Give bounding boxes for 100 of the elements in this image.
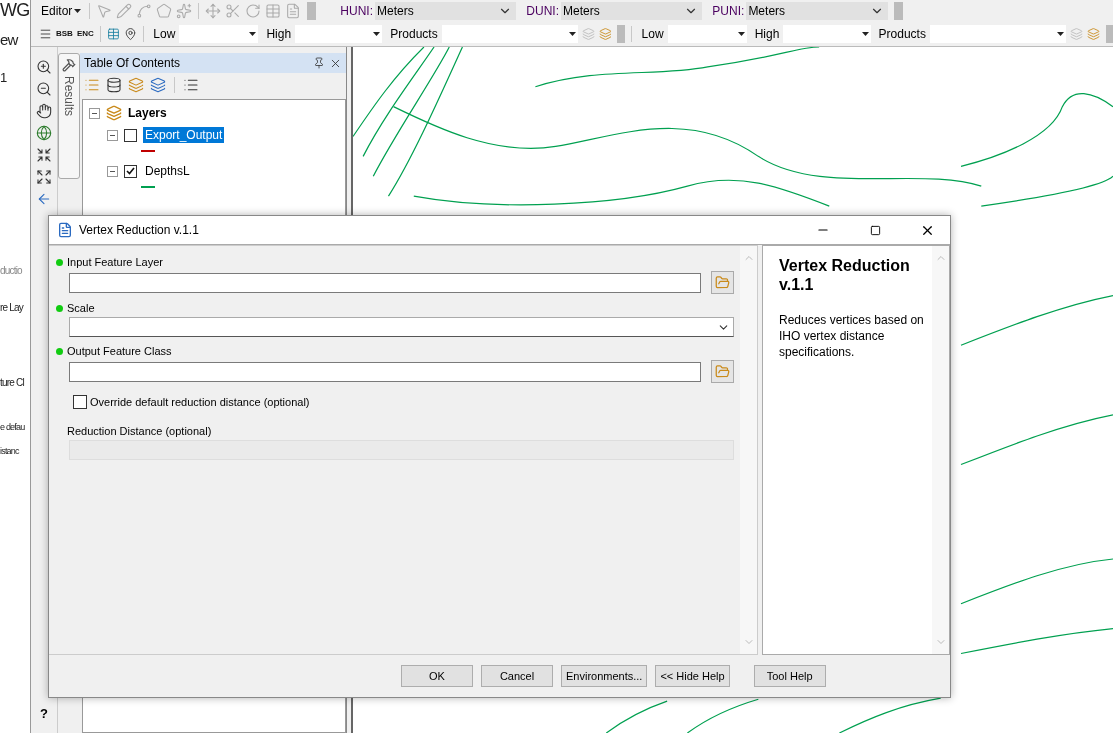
layers-icon[interactable] xyxy=(128,77,144,93)
script-icon xyxy=(57,222,73,238)
zoom-in-icon[interactable] xyxy=(36,59,52,75)
filter-label: Low xyxy=(153,27,176,41)
help-title: Vertex Reduction v.1.1 xyxy=(779,256,911,294)
help-icon[interactable]: ? xyxy=(40,706,48,721)
results-tab[interactable]: Results xyxy=(58,53,80,179)
background-window-text: ture Cl xyxy=(0,377,25,388)
unit-label: HUNI: xyxy=(339,4,375,18)
pointer-icon[interactable] xyxy=(96,3,113,19)
browse-button[interactable] xyxy=(711,360,734,383)
caret-icon xyxy=(737,32,745,36)
dialog-button[interactable]: Environments... xyxy=(561,665,648,687)
parameter-label: Scale xyxy=(67,302,95,314)
hammer-icon xyxy=(62,58,76,72)
move-icon[interactable] xyxy=(205,3,222,19)
list-icon[interactable] xyxy=(84,77,100,93)
pencil-icon[interactable] xyxy=(116,3,133,19)
toolbar-grip[interactable] xyxy=(617,25,625,43)
toc-title: Table Of Contents xyxy=(84,56,182,70)
rotate-icon[interactable] xyxy=(245,3,262,19)
editor-menu[interactable]: Editor xyxy=(39,4,84,18)
collapse-icon[interactable] xyxy=(107,129,118,141)
caret-icon xyxy=(373,32,381,36)
collapse-icon[interactable] xyxy=(107,165,118,177)
parameter-label: Input Feature Layer xyxy=(67,256,163,268)
background-window-text: WG xyxy=(0,0,30,21)
filter-label: Products xyxy=(390,27,438,41)
check-icon xyxy=(126,167,135,175)
browse-button[interactable] xyxy=(711,271,734,294)
caret-icon xyxy=(1056,32,1064,36)
table-icon[interactable] xyxy=(265,3,282,19)
background-window-text: ew xyxy=(0,31,20,48)
help-text: Reduces vertices based on IHO vertex distance specifications. xyxy=(779,312,925,360)
scissors-icon[interactable] xyxy=(225,3,242,19)
background-window-text: e defau xyxy=(0,422,26,432)
filter-label: Low xyxy=(641,27,664,41)
chart-add-icon[interactable]: BSB xyxy=(56,30,73,38)
zoom-out-icon[interactable] xyxy=(36,81,52,97)
parameter-label: Output Feature Class xyxy=(67,345,172,357)
filter-label: Products xyxy=(878,27,926,41)
input-field[interactable] xyxy=(69,272,701,293)
dialog-title: Vertex Reduction v.1.1 xyxy=(79,223,200,237)
checkbox[interactable] xyxy=(73,395,87,409)
maximize-icon xyxy=(869,224,881,236)
input-field[interactable] xyxy=(69,361,701,382)
filter-label: High xyxy=(266,27,292,41)
filter-select[interactable] xyxy=(295,25,383,43)
toolbar-grip[interactable] xyxy=(894,2,904,20)
background-window-text: ductio xyxy=(0,265,23,276)
unit-select[interactable]: Meters xyxy=(561,2,703,20)
dialog-button[interactable]: << Hide Help xyxy=(655,665,730,687)
dialog-button[interactable]: OK xyxy=(401,665,473,687)
unit-select[interactable]: Meters xyxy=(375,2,517,20)
line-icon[interactable] xyxy=(136,3,153,19)
caret-icon xyxy=(861,32,869,36)
caret-icon xyxy=(249,32,257,36)
pin-icon[interactable] xyxy=(123,26,137,42)
dialog-button[interactable]: Tool Help xyxy=(753,665,826,687)
shrink-icon[interactable] xyxy=(36,147,52,163)
pan-hand-icon[interactable] xyxy=(36,103,52,119)
folder-icon xyxy=(715,275,730,290)
chart-add-icon[interactable]: ENC xyxy=(76,30,94,38)
toolbar-grip[interactable] xyxy=(307,2,317,20)
filter-select[interactable] xyxy=(179,25,259,43)
layers-icon xyxy=(106,105,122,121)
caret-icon xyxy=(74,9,82,13)
caret-icon xyxy=(568,32,576,36)
dialog-button[interactable]: Cancel xyxy=(481,665,553,687)
checkbox-label: Override default reduction distance (optional) xyxy=(90,396,310,408)
layers-remove-icon[interactable] xyxy=(1086,26,1100,42)
document-icon[interactable] xyxy=(285,3,302,19)
unit-select[interactable]: Meters xyxy=(746,2,889,20)
background-window-text: re Lay xyxy=(0,302,25,313)
pin-icon[interactable] xyxy=(313,57,325,69)
expand-icon[interactable] xyxy=(36,169,52,185)
database-icon[interactable] xyxy=(106,77,122,93)
layers-remove-icon[interactable] xyxy=(598,26,612,42)
options-icon[interactable] xyxy=(183,77,199,93)
folder-icon xyxy=(715,364,730,379)
layers-icon[interactable] xyxy=(150,77,166,93)
sparkle-icon[interactable] xyxy=(176,3,193,19)
layer-name[interactable]: DepthsL xyxy=(143,163,192,179)
toolbar-grip[interactable] xyxy=(1105,25,1113,43)
background-window-text: istanc xyxy=(0,446,20,456)
layers-group-label[interactable]: Layers xyxy=(128,106,167,120)
globe-icon[interactable] xyxy=(36,125,52,141)
polygon-icon[interactable] xyxy=(156,3,173,19)
layer-name[interactable]: Export_Output xyxy=(143,127,225,143)
unit-label: DUNI: xyxy=(525,4,561,18)
collapse-icon[interactable] xyxy=(89,107,100,119)
layer-checkbox[interactable] xyxy=(124,128,137,142)
filter-select[interactable] xyxy=(667,25,747,43)
background-window-text: 1 xyxy=(0,70,8,85)
parameter-label: Reduction Distance (optional) xyxy=(67,425,212,437)
back-arrow-icon[interactable] xyxy=(36,191,52,207)
filter-label: High xyxy=(754,27,780,41)
layer-checkbox[interactable] xyxy=(124,164,137,178)
table-icon[interactable] xyxy=(106,26,120,42)
scale-select[interactable] xyxy=(69,317,734,337)
